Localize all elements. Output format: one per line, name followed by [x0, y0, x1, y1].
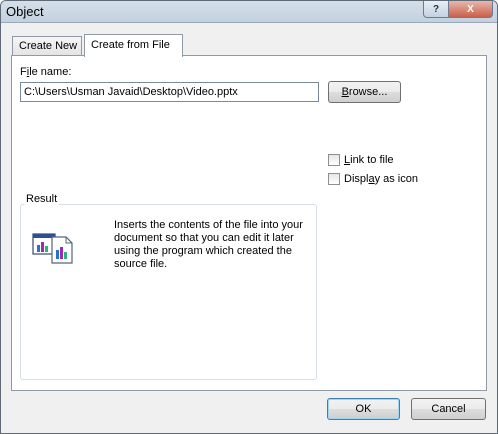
object-dialog: Object ? X Create New Create from File F…	[0, 0, 498, 434]
display-as-icon-checkbox[interactable]	[328, 173, 340, 185]
tab-panel: File name: Browse... Link to file Displa…	[11, 55, 487, 391]
title-buttons: ? X	[423, 1, 493, 18]
title-bar[interactable]: Object ? X	[1, 1, 497, 23]
cancel-button[interactable]: Cancel	[411, 398, 486, 420]
result-group: Inserts the contents of the file into yo…	[20, 204, 317, 380]
browse-button[interactable]: Browse...	[328, 81, 401, 103]
ok-button[interactable]: OK	[327, 398, 400, 420]
display-as-icon-label: Display as icon	[344, 173, 418, 185]
help-icon: ?	[432, 3, 440, 15]
link-to-file-option[interactable]: Link to file	[328, 154, 394, 166]
file-name-label: File name:	[20, 66, 72, 78]
tab-create-new[interactable]: Create New	[12, 36, 82, 56]
file-name-input[interactable]	[20, 82, 319, 102]
result-description: Inserts the contents of the file into yo…	[114, 219, 303, 270]
dialog-title: Object	[6, 4, 44, 19]
result-label: Result	[24, 193, 60, 205]
close-button[interactable]: X	[449, 1, 493, 18]
display-as-icon-option[interactable]: Display as icon	[328, 173, 418, 185]
tab-create-from-file[interactable]: Create from File	[84, 34, 183, 57]
link-to-file-label: Link to file	[344, 154, 394, 166]
insert-file-object-icon	[32, 231, 76, 268]
close-icon: X	[467, 3, 474, 15]
link-to-file-checkbox[interactable]	[328, 154, 340, 166]
help-button[interactable]: ?	[423, 1, 449, 18]
